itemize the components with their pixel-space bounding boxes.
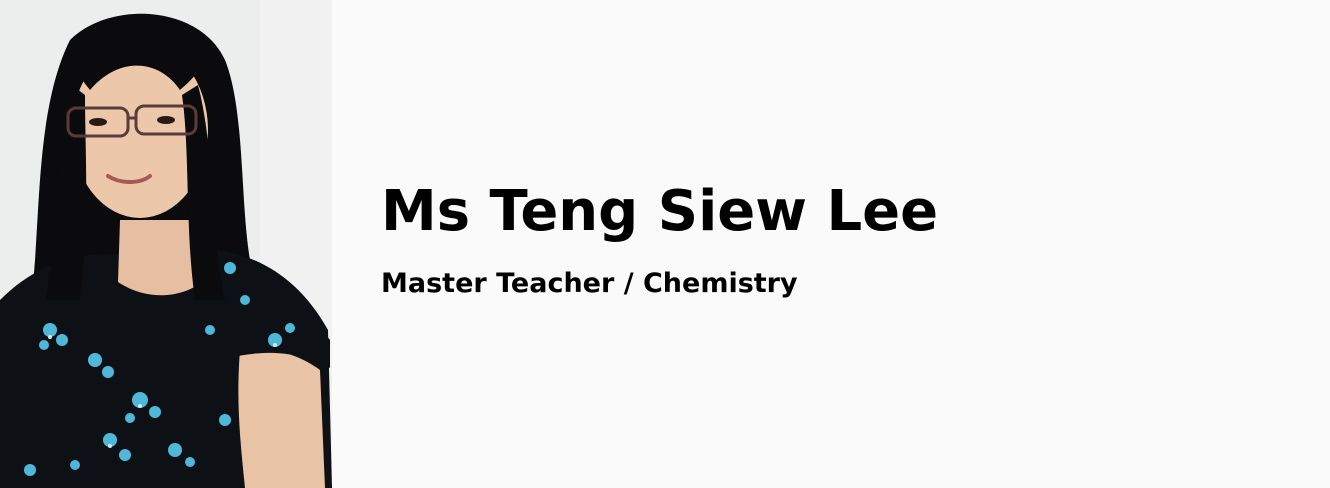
portrait-illustration (0, 0, 332, 488)
staff-name: Ms Teng Siew Lee (381, 179, 939, 244)
staff-role: Master Teacher / Chemistry (381, 268, 798, 299)
staff-profile-card: Ms Teng Siew Lee Master Teacher / Chemis… (0, 0, 1330, 488)
staff-info: Ms Teng Siew Lee Master Teacher / Chemis… (381, 172, 938, 302)
staff-portrait-photo (0, 0, 332, 488)
